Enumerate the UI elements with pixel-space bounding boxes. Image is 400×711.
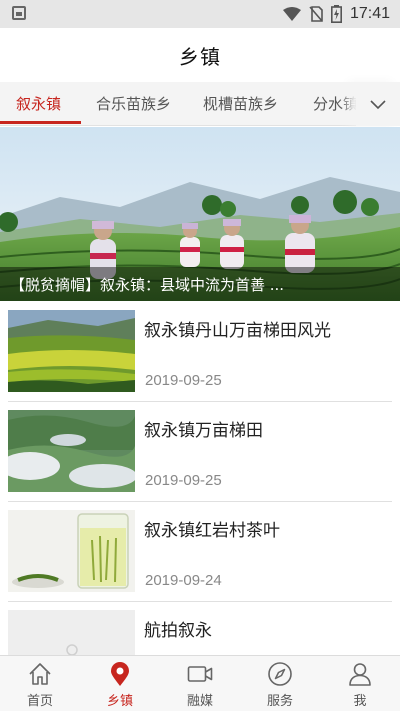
news-date: 2019-09-24 bbox=[145, 572, 222, 589]
news-list-item[interactable]: 叙永镇丹山万亩梯田风光 2019-09-25 bbox=[0, 310, 400, 410]
page-title: 乡镇 bbox=[179, 44, 221, 69]
banner-caption-overlay: 【脱贫摘帽】叙永镇：县域中流为首善 ... bbox=[0, 267, 400, 301]
news-list-item[interactable]: 叙永镇红岩村茶叶 2019-09-24 bbox=[0, 510, 400, 610]
tab-xuyong-town[interactable]: 叙永镇 bbox=[16, 82, 61, 125]
nav-towns-label: 乡镇 bbox=[106, 694, 133, 709]
nav-towns[interactable]: 乡镇 bbox=[80, 656, 160, 711]
nav-me-label: 我 bbox=[353, 694, 367, 709]
news-title: 航拍叙永 bbox=[144, 621, 212, 641]
town-tab-bar: 叙永镇 合乐苗族乡 枧槽苗族乡 分水镇 bbox=[0, 82, 400, 126]
list-divider bbox=[8, 501, 392, 502]
user-icon bbox=[347, 661, 373, 687]
news-thumbnail bbox=[8, 310, 135, 392]
active-tab-indicator bbox=[0, 121, 81, 124]
gallery-notification-icon bbox=[12, 6, 26, 20]
nav-media[interactable]: 融媒 bbox=[160, 656, 240, 711]
battery-charging-icon bbox=[330, 5, 342, 23]
status-time: 17:41 bbox=[349, 5, 390, 22]
tab-fenshui-town[interactable]: 分水镇 bbox=[313, 82, 358, 125]
status-icons: 17:41 bbox=[282, 3, 390, 25]
no-sim-icon bbox=[309, 6, 323, 22]
chevron-down-icon bbox=[370, 95, 386, 114]
news-title: 叙永镇万亩梯田 bbox=[144, 421, 263, 441]
tab-hele-miao-township[interactable]: 合乐苗族乡 bbox=[96, 82, 171, 125]
app-header: 乡镇 bbox=[0, 28, 400, 82]
nav-home[interactable]: 首页 bbox=[0, 656, 80, 711]
news-list-item[interactable]: 叙永镇万亩梯田 2019-09-25 bbox=[0, 410, 400, 510]
featured-banner[interactable]: 【脱贫摘帽】叙永镇：县域中流为首善 ... bbox=[0, 127, 400, 301]
news-thumbnail bbox=[8, 510, 135, 592]
news-title: 叙永镇红岩村茶叶 bbox=[144, 521, 280, 541]
location-pin-icon bbox=[107, 661, 133, 687]
home-icon bbox=[27, 661, 53, 687]
tab-jiancao-miao-township[interactable]: 枧槽苗族乡 bbox=[203, 82, 278, 125]
bottom-navigation: 首页 乡镇 融媒 服务 我 bbox=[0, 655, 400, 711]
nav-home-label: 首页 bbox=[26, 694, 53, 709]
video-camera-icon bbox=[187, 661, 213, 687]
news-date: 2019-09-25 bbox=[145, 472, 222, 489]
wifi-icon bbox=[282, 7, 301, 21]
expand-tabs-button[interactable] bbox=[356, 82, 400, 126]
banner-caption-text: 【脱贫摘帽】叙永镇：县域中流为首善 ... bbox=[10, 276, 285, 294]
nav-me[interactable]: 我 bbox=[320, 656, 400, 711]
news-date: 2019-09-25 bbox=[145, 372, 222, 389]
list-divider bbox=[8, 601, 392, 602]
list-divider bbox=[8, 401, 392, 402]
status-bar: 17:41 bbox=[0, 0, 400, 28]
compass-icon bbox=[267, 661, 293, 687]
nav-services-label: 服务 bbox=[266, 694, 293, 709]
news-thumbnail bbox=[8, 410, 135, 492]
news-title: 叙永镇丹山万亩梯田风光 bbox=[144, 321, 331, 341]
nav-media-label: 融媒 bbox=[186, 694, 213, 709]
nav-services[interactable]: 服务 bbox=[240, 656, 320, 711]
